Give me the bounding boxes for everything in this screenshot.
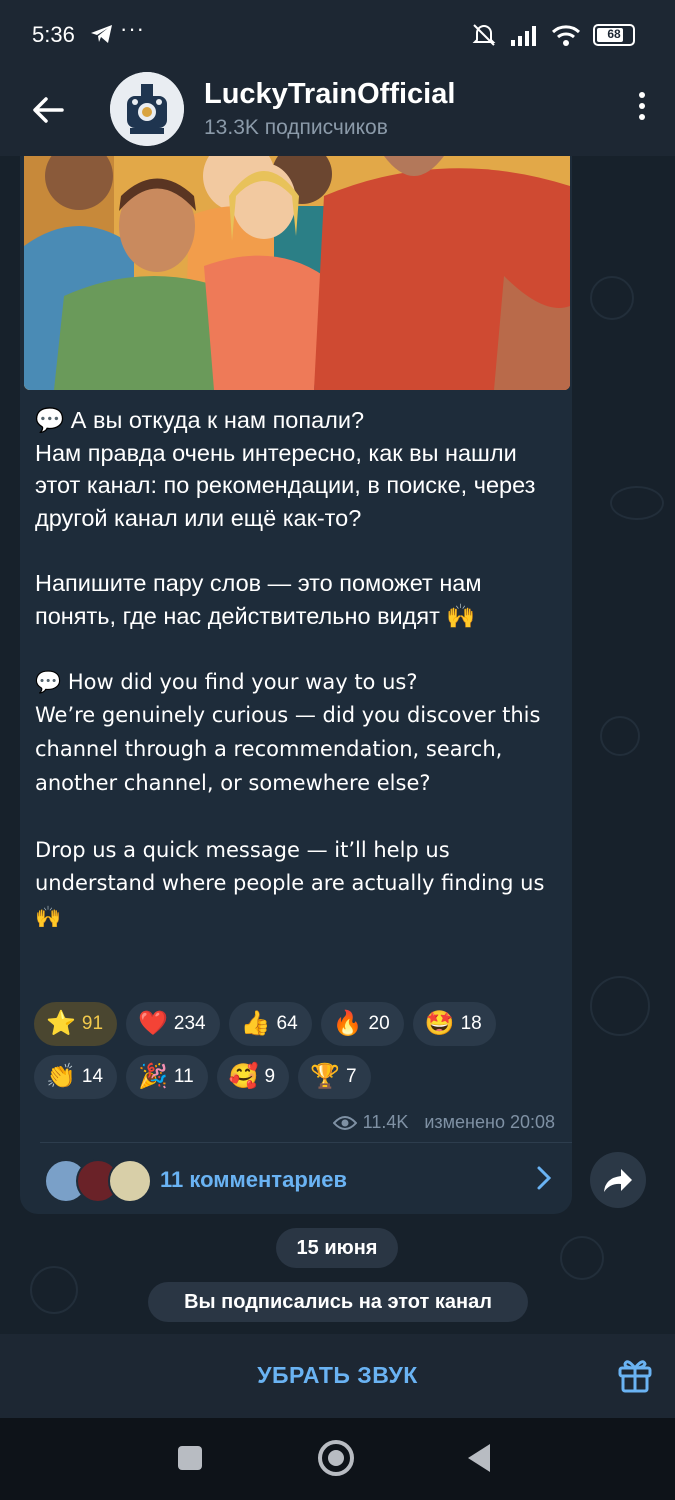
share-button[interactable]: [590, 1152, 646, 1208]
background-doodle: [600, 716, 640, 756]
share-arrow-icon: [604, 1169, 632, 1192]
muted-bell-icon: [472, 24, 496, 46]
comments-count: 11 комментариев: [160, 1167, 348, 1192]
reaction-chip[interactable]: ⭐ 91: [34, 1002, 118, 1046]
reactions-bar: ⭐ 91 ❤️ 234 👍 64 🔥 20 🤩 18 👏 14 🎉 11 🥰 9 🏆 7: [34, 1002, 554, 1099]
reaction-count: 64: [276, 1013, 298, 1034]
eye-icon: [332, 1115, 357, 1130]
subscriber-count: 13.3K подписчиков: [204, 116, 388, 139]
reaction-emoji-icon: ⭐: [46, 1010, 76, 1037]
status-bar: 5:36 ··· 68: [0, 0, 675, 72]
recent-apps-button[interactable]: [178, 1446, 202, 1470]
edited-time: изменено 20:08: [424, 1112, 555, 1132]
background-doodle: [590, 276, 634, 320]
reaction-emoji-icon: 🎉: [138, 1063, 168, 1090]
post-text: 💬 А вы откуда к нам попали? Нам правда о…: [35, 404, 565, 934]
bottom-action-bar: УБРАТЬ ЗВУК: [0, 1334, 675, 1418]
chevron-right-icon: [537, 1166, 552, 1190]
status-time: 5:36: [32, 22, 75, 47]
more-notifications-icon: ···: [120, 16, 145, 41]
reaction-emoji-icon: ❤️: [138, 1010, 168, 1037]
system-back-button[interactable]: [468, 1444, 490, 1472]
train-logo-icon: [110, 72, 184, 146]
date-separator: 15 июня: [276, 1228, 398, 1268]
reaction-chip[interactable]: 👍 64: [228, 1002, 312, 1046]
background-doodle: [610, 486, 664, 520]
reaction-emoji-icon: 👏: [46, 1063, 76, 1090]
view-count: 11.4K: [362, 1112, 409, 1132]
background-doodle: [590, 976, 650, 1036]
people-crowd-illustration: [24, 156, 570, 390]
reaction-chip[interactable]: 🏆 7: [298, 1055, 371, 1099]
reaction-count: 91: [81, 1013, 104, 1034]
telegram-notification-icon: [91, 25, 112, 43]
reaction-chip[interactable]: 🔥 20: [320, 1002, 404, 1046]
subscribed-service-message: Вы подписались на этот канал: [148, 1282, 528, 1322]
reaction-emoji-icon: 🥰: [228, 1063, 259, 1090]
reaction-chip[interactable]: ❤️ 234: [126, 1002, 220, 1046]
reaction-chip[interactable]: 🤩 18: [412, 1002, 496, 1046]
comments-button[interactable]: 11 комментариев: [20, 1143, 572, 1213]
reaction-count: 11: [173, 1066, 194, 1087]
reaction-count: 234: [173, 1013, 206, 1034]
wifi-icon: [551, 25, 581, 46]
reaction-emoji-icon: 🤩: [424, 1010, 455, 1037]
battery-icon: 68: [593, 24, 635, 46]
reaction-chip[interactable]: 🎉 11: [126, 1055, 208, 1099]
commenter-avatar: [108, 1159, 152, 1203]
chat-header: LuckyTrainOfficial 13.3K подписчиков: [0, 72, 675, 156]
reaction-count: 7: [346, 1066, 357, 1087]
reaction-chip[interactable]: 🥰 9: [216, 1055, 290, 1099]
reaction-emoji-icon: 🔥: [332, 1010, 363, 1037]
status-icons: 68: [471, 22, 635, 48]
background-doodle: [30, 1266, 78, 1314]
reaction-count: 20: [368, 1013, 390, 1034]
channel-avatar[interactable]: [110, 72, 184, 146]
home-button[interactable]: [318, 1440, 354, 1476]
mute-button[interactable]: УБРАТЬ ЗВУК: [0, 1362, 675, 1389]
system-navigation-bar: [0, 1418, 675, 1500]
signal-icon: [511, 26, 536, 46]
post-illustration[interactable]: [24, 156, 570, 390]
reaction-count: 9: [264, 1066, 276, 1087]
background-doodle: [560, 1236, 604, 1280]
reaction-chip[interactable]: 👏 14: [34, 1055, 118, 1099]
gift-icon[interactable]: [617, 1356, 653, 1394]
reaction-emoji-icon: 👍: [240, 1010, 271, 1037]
post-meta: 11.4K изменено 20:08: [332, 1112, 555, 1133]
back-arrow-icon[interactable]: [28, 90, 68, 130]
reaction-count: 18: [460, 1013, 482, 1034]
channel-title[interactable]: LuckyTrainOfficial: [204, 78, 455, 111]
post-text-english: 💬 How did you find your way to us? We’re…: [35, 669, 545, 929]
more-menu-icon[interactable]: [637, 92, 647, 125]
reaction-emoji-icon: 🏆: [310, 1063, 341, 1090]
reaction-count: 14: [81, 1066, 104, 1087]
post-text-russian: 💬 А вы откуда к нам попали? Нам правда о…: [35, 407, 536, 629]
